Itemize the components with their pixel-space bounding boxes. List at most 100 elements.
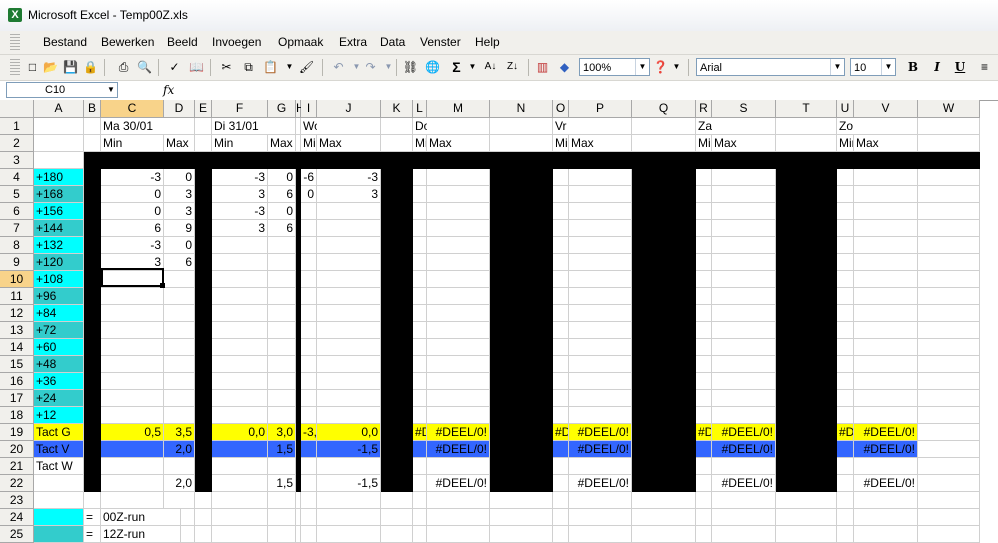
cell-G10[interactable]	[268, 271, 296, 288]
cell-U25[interactable]	[837, 526, 854, 543]
cell-I16[interactable]	[301, 373, 317, 390]
cell-V21[interactable]	[854, 458, 918, 475]
cell-E4[interactable]	[195, 169, 212, 186]
cell-O7[interactable]	[553, 220, 569, 237]
column-header-V[interactable]: V	[854, 100, 918, 118]
value-cell[interactable]: -3	[212, 203, 268, 220]
offset-label[interactable]: +168	[34, 186, 84, 203]
cell-L5[interactable]	[413, 186, 427, 203]
cell-R20[interactable]	[696, 441, 712, 458]
cell-E7[interactable]	[195, 220, 212, 237]
cell-S1[interactable]	[712, 118, 776, 135]
tact-value-cell[interactable]: 1,5	[268, 475, 296, 492]
cell-R13[interactable]	[696, 322, 712, 339]
cell-K13[interactable]	[381, 322, 413, 339]
cell-S16[interactable]	[712, 373, 776, 390]
cell-N19[interactable]	[490, 424, 553, 441]
cell-N25[interactable]	[490, 526, 553, 543]
cell-K24[interactable]	[381, 509, 413, 526]
cell-M13[interactable]	[427, 322, 490, 339]
cell-E17[interactable]	[195, 390, 212, 407]
cell-E22[interactable]	[195, 475, 212, 492]
cell-I7[interactable]	[301, 220, 317, 237]
cell-U4[interactable]	[837, 169, 854, 186]
cell-W21[interactable]	[918, 458, 980, 475]
cell-G12[interactable]	[268, 305, 296, 322]
cell-Q25[interactable]	[632, 526, 696, 543]
cell-G17[interactable]	[268, 390, 296, 407]
cell-P14[interactable]	[569, 339, 632, 356]
value-cell[interactable]: -3	[317, 169, 381, 186]
cell-J1[interactable]	[317, 118, 381, 135]
cell-Q5[interactable]	[632, 186, 696, 203]
cell-T8[interactable]	[776, 237, 837, 254]
tact-value-cell[interactable]: #DEEL/0!	[712, 424, 776, 441]
cell-O9[interactable]	[553, 254, 569, 271]
hyperlink-icon[interactable]: ⛓	[402, 59, 419, 75]
max-label[interactable]: Max	[164, 135, 195, 152]
select-all-corner[interactable]	[0, 100, 34, 118]
cell-N15[interactable]	[490, 356, 553, 373]
spelling-icon[interactable]: ✓	[166, 59, 183, 75]
cell-V1[interactable]	[854, 118, 918, 135]
row-header-8[interactable]: 8	[0, 237, 34, 254]
cell-N12[interactable]	[490, 305, 553, 322]
cell-B3[interactable]	[84, 152, 101, 169]
cell-C3[interactable]	[101, 152, 164, 169]
cell-O18[interactable]	[553, 407, 569, 424]
cell-O11[interactable]	[553, 288, 569, 305]
cell-C15[interactable]	[101, 356, 164, 373]
column-header-S[interactable]: S	[712, 100, 776, 118]
column-header-D[interactable]: D	[164, 100, 195, 118]
cell-M12[interactable]	[427, 305, 490, 322]
tact-value-cell[interactable]: 2,0	[164, 441, 195, 458]
cell-O6[interactable]	[553, 203, 569, 220]
cell-B22[interactable]	[84, 475, 101, 492]
cell-O23[interactable]	[553, 492, 569, 509]
cell-J11[interactable]	[317, 288, 381, 305]
cell-T25[interactable]	[776, 526, 837, 543]
cell-P9[interactable]	[569, 254, 632, 271]
research-icon[interactable]: 📖	[188, 59, 205, 75]
cell-N11[interactable]	[490, 288, 553, 305]
paste-icon[interactable]: 📋	[262, 59, 279, 75]
cell-S15[interactable]	[712, 356, 776, 373]
cell-Q4[interactable]	[632, 169, 696, 186]
cell-M17[interactable]	[427, 390, 490, 407]
cell-K9[interactable]	[381, 254, 413, 271]
cell-S24[interactable]	[712, 509, 776, 526]
cell-V23[interactable]	[854, 492, 918, 509]
column-header-U[interactable]: U	[837, 100, 854, 118]
cell-K21[interactable]	[381, 458, 413, 475]
cell-G13[interactable]	[268, 322, 296, 339]
cell-I21[interactable]	[301, 458, 317, 475]
cell-P17[interactable]	[569, 390, 632, 407]
cell-G23[interactable]	[268, 492, 296, 509]
cell-C21[interactable]	[101, 458, 164, 475]
chevron-down-icon[interactable]: ▼	[107, 83, 116, 97]
cell-N21[interactable]	[490, 458, 553, 475]
cell-W12[interactable]	[918, 305, 980, 322]
cell-M21[interactable]	[427, 458, 490, 475]
offset-label[interactable]: +12	[34, 407, 84, 424]
cell-U8[interactable]	[837, 237, 854, 254]
cell-D1[interactable]	[164, 118, 195, 135]
cell-S9[interactable]	[712, 254, 776, 271]
cell-B19[interactable]	[84, 424, 101, 441]
cell-T16[interactable]	[776, 373, 837, 390]
column-header-A[interactable]: A	[34, 100, 84, 118]
cell-R14[interactable]	[696, 339, 712, 356]
column-header-N[interactable]: N	[490, 100, 553, 118]
cell-D3[interactable]	[164, 152, 195, 169]
cell-L25[interactable]	[413, 526, 427, 543]
cell-T20[interactable]	[776, 441, 837, 458]
cell-P4[interactable]	[569, 169, 632, 186]
row-header-25[interactable]: 25	[0, 526, 34, 543]
cell-P16[interactable]	[569, 373, 632, 390]
cell-B13[interactable]	[84, 322, 101, 339]
value-cell[interactable]: 0	[268, 169, 296, 186]
cell-Q6[interactable]	[632, 203, 696, 220]
cell-M24[interactable]	[427, 509, 490, 526]
value-cell[interactable]: 0	[164, 169, 195, 186]
cell-O15[interactable]	[553, 356, 569, 373]
